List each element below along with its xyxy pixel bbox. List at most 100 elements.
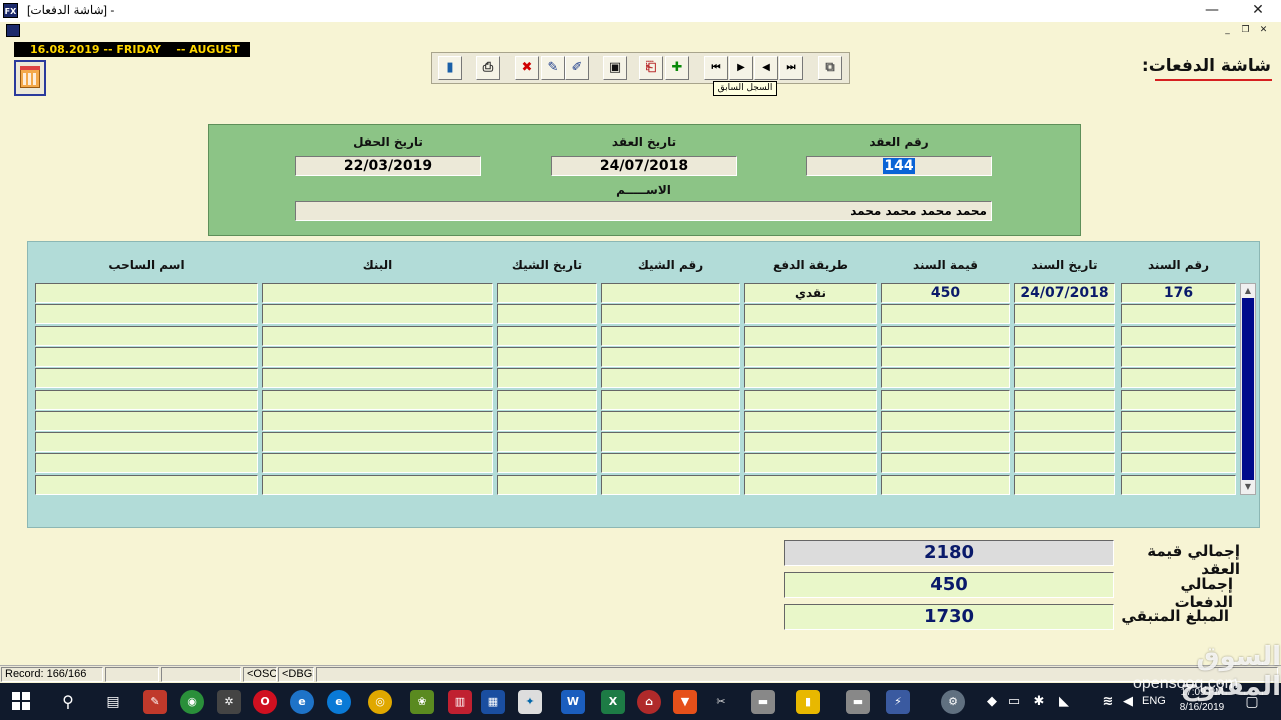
first-record-button[interactable]: ⏮ [704, 56, 728, 80]
grid-cell-cheque-no[interactable] [601, 453, 740, 473]
grid-cell-amount[interactable] [881, 304, 1010, 324]
app-drive2-icon[interactable]: ▬ [846, 690, 870, 714]
grid-cell-amount[interactable] [881, 326, 1010, 346]
app-red-icon[interactable]: ⌂ [637, 690, 661, 714]
delete-button[interactable]: ✖ [515, 56, 539, 80]
scroll-up-arrow-icon[interactable]: ▲ [1241, 284, 1255, 298]
grid-cell-method[interactable] [744, 453, 877, 473]
opera-icon[interactable]: O [253, 690, 277, 714]
grid-cell-bank[interactable] [262, 453, 493, 473]
previous-record-button[interactable]: ◀ [754, 56, 778, 80]
grid-cell-voucher-no[interactable] [1121, 326, 1236, 346]
grid-cell-cheque-date[interactable] [497, 432, 597, 452]
windows-start-icon[interactable] [12, 692, 30, 710]
grid-cell-bank[interactable] [262, 283, 493, 303]
grid-cell-cheque-no[interactable] [601, 347, 740, 367]
grid-cell-method[interactable] [744, 347, 877, 367]
grid-cell-amount[interactable] [881, 390, 1010, 410]
grid-cell-voucher-no[interactable]: 176 [1121, 283, 1236, 303]
copy-new-button[interactable]: ⎗ [639, 56, 663, 80]
grid-cell-amount[interactable] [881, 411, 1010, 431]
grid-cell-method[interactable] [744, 326, 877, 346]
grid-cell-cheque-date[interactable] [497, 326, 597, 346]
grid-cell-cheque-no[interactable] [601, 283, 740, 303]
grid-cell-cheque-no[interactable] [601, 411, 740, 431]
grid-cell-drawer[interactable] [35, 304, 258, 324]
grid-cell-cheque-no[interactable] [601, 432, 740, 452]
grid-cell-bank[interactable] [262, 390, 493, 410]
grid-cell-method[interactable] [744, 304, 877, 324]
edge-icon[interactable]: e [327, 690, 351, 714]
grid-cell-voucher-date[interactable] [1014, 475, 1115, 495]
grid-cell-bank[interactable] [262, 304, 493, 324]
window-title-bar[interactable]: FX [شاشة الدفعات] - — ✕ [0, 0, 1281, 22]
grid-cell-cheque-no[interactable] [601, 368, 740, 388]
grid-cell-voucher-no[interactable] [1121, 432, 1236, 452]
grid-cell-voucher-date[interactable] [1014, 432, 1115, 452]
grid-cell-bank[interactable] [262, 326, 493, 346]
app-drive-icon[interactable]: ▬ [751, 690, 775, 714]
grid-cell-bank[interactable] [262, 368, 493, 388]
tray-nvidia-icon[interactable]: ◣ [1052, 690, 1076, 714]
grid-cell-method[interactable] [744, 390, 877, 410]
grid-cell-voucher-no[interactable] [1121, 368, 1236, 388]
grid-cell-voucher-date[interactable] [1014, 368, 1115, 388]
grid-cell-drawer[interactable] [35, 368, 258, 388]
mdi-close-icon[interactable]: ✕ [1256, 24, 1271, 38]
app-pdf-icon[interactable]: ▥ [448, 690, 472, 714]
grid-cell-voucher-date[interactable] [1014, 390, 1115, 410]
scroll-down-arrow-icon[interactable]: ▼ [1241, 480, 1255, 494]
exit-door-button[interactable]: ▮ [438, 56, 462, 80]
grid-cell-cheque-date[interactable] [497, 475, 597, 495]
grid-cell-voucher-no[interactable] [1121, 475, 1236, 495]
restore-button[interactable] [1191, 0, 1237, 22]
grid-cell-drawer[interactable] [35, 475, 258, 495]
grid-cell-drawer[interactable] [35, 283, 258, 303]
grid-cell-cheque-date[interactable] [497, 411, 597, 431]
task-view-icon[interactable]: ▤ [101, 690, 125, 714]
grid-cell-voucher-no[interactable] [1121, 347, 1236, 367]
grid-cell-amount[interactable] [881, 368, 1010, 388]
grid-cell-drawer[interactable] [35, 326, 258, 346]
contract-date-field[interactable]: 24/07/2018 [551, 156, 737, 176]
scroll-thumb[interactable] [1242, 298, 1254, 480]
grid-cell-method[interactable] [744, 368, 877, 388]
brave-icon[interactable]: ▼ [673, 690, 697, 714]
grid-cell-bank[interactable] [262, 475, 493, 495]
grid-cell-voucher-no[interactable] [1121, 411, 1236, 431]
save-button[interactable]: ▣ [603, 56, 627, 80]
mdi-minimize-icon[interactable]: _ [1220, 24, 1235, 38]
grid-cell-voucher-date[interactable] [1014, 411, 1115, 431]
query-button[interactable]: ⧉ [818, 56, 842, 80]
grid-cell-bank[interactable] [262, 432, 493, 452]
chrome-icon[interactable]: ◎ [368, 690, 392, 714]
file-explorer-icon[interactable]: ▮ [796, 690, 820, 714]
contract-number-field[interactable]: 144 [806, 156, 992, 176]
grid-scrollbar[interactable]: ▲ ▼ [1240, 283, 1256, 495]
grid-cell-cheque-date[interactable] [497, 304, 597, 324]
app-document-icon[interactable]: ▦ [481, 690, 505, 714]
mdi-restore-icon[interactable]: ❐ [1238, 24, 1253, 38]
grid-cell-drawer[interactable] [35, 453, 258, 473]
grid-cell-voucher-date[interactable]: 24/07/2018 [1014, 283, 1115, 303]
app-frog-icon[interactable]: ❀ [410, 690, 434, 714]
grid-cell-voucher-no[interactable] [1121, 390, 1236, 410]
grid-cell-voucher-no[interactable] [1121, 453, 1236, 473]
last-record-button[interactable]: ⏭ [779, 56, 803, 80]
app-tools-icon[interactable]: ✎ [143, 690, 167, 714]
grid-cell-cheque-no[interactable] [601, 304, 740, 324]
tray-security-icon[interactable]: ◆ [980, 690, 1004, 714]
grid-cell-cheque-date[interactable] [497, 347, 597, 367]
grid-cell-drawer[interactable] [35, 432, 258, 452]
app-network-icon[interactable]: ✦ [518, 690, 542, 714]
internet-explorer-icon[interactable]: e [290, 690, 314, 714]
add-record-button[interactable]: ✚ [665, 56, 689, 80]
grid-cell-bank[interactable] [262, 411, 493, 431]
grid-cell-cheque-date[interactable] [497, 283, 597, 303]
word-icon[interactable]: W [561, 690, 585, 714]
grid-cell-cheque-date[interactable] [497, 368, 597, 388]
app-utility-icon[interactable]: ✲ [217, 690, 241, 714]
grid-cell-method[interactable] [744, 475, 877, 495]
grid-cell-method[interactable] [744, 411, 877, 431]
grid-cell-cheque-no[interactable] [601, 475, 740, 495]
